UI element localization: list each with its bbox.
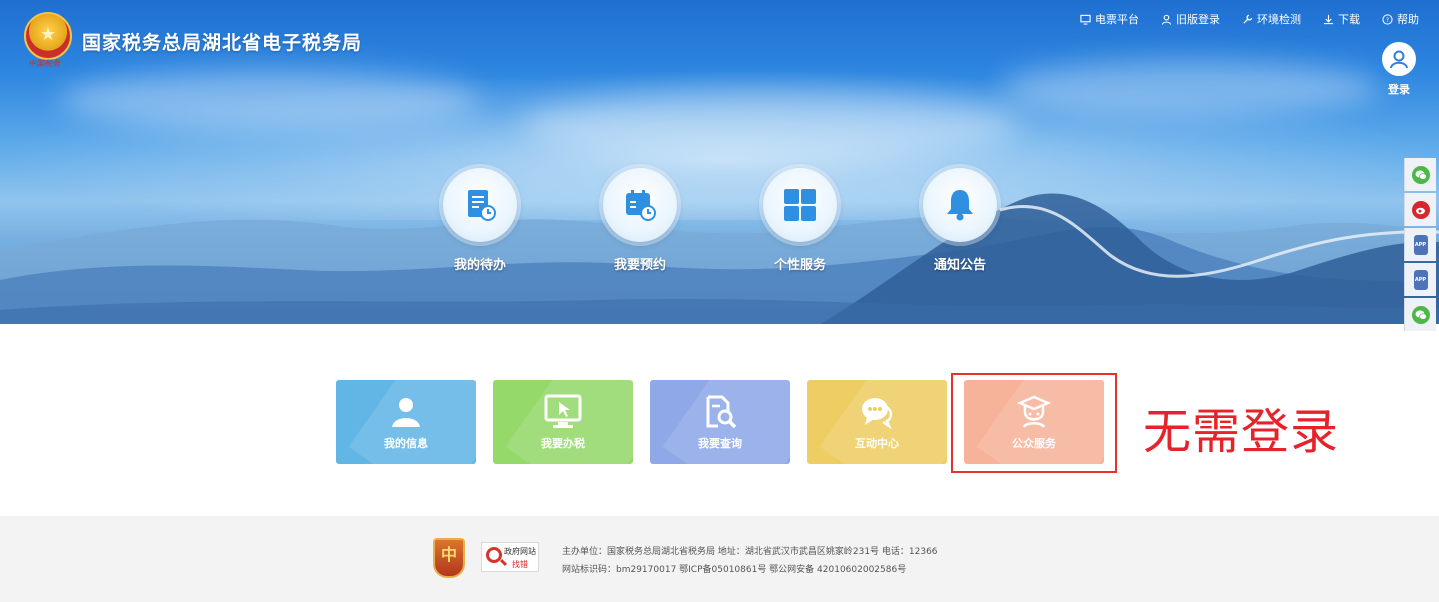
mountains-great-wall — [0, 193, 1439, 324]
nav-download[interactable]: 下载 — [1323, 11, 1360, 27]
footer-sponsor-info: 主办单位：国家税务总局湖北省税务局 地址：湖北省武汉市武昌区姚家岭231号 电话… — [562, 547, 938, 557]
annotation-highlight-box — [951, 373, 1117, 473]
footer-registration-info: 网站标识码：bm29170017 鄂ICP备05010861号 鄂公网安备 42… — [562, 565, 907, 575]
floating-sidebar: APP APP — [1404, 158, 1436, 333]
grid-icon — [784, 189, 816, 221]
wrench-icon — [1243, 14, 1253, 24]
monitor-icon — [1080, 14, 1091, 25]
quick-link-label: 我要预约 — [613, 258, 666, 273]
quick-link-circle — [923, 168, 997, 242]
sidebar-wechat-button[interactable] — [1404, 158, 1436, 191]
site-title[interactable]: 国家税务总局湖北省电子税务局 — [82, 28, 362, 55]
quick-link-label: 个性服务 — [773, 258, 826, 273]
person-icon — [336, 394, 476, 430]
svg-text:?: ? — [1386, 16, 1389, 24]
cloud — [60, 70, 480, 130]
quick-link-my-todo[interactable]: 我的待办 — [425, 168, 535, 273]
quick-link-label: 通知公告 — [933, 258, 986, 273]
calendar-clock-icon — [626, 190, 656, 221]
quick-link-circle — [763, 168, 837, 242]
monitor-cursor-icon — [493, 394, 633, 430]
tile-label: 我要办税 — [541, 437, 585, 450]
help-icon: ? — [1382, 13, 1393, 25]
sidebar-wechat-button[interactable] — [1404, 298, 1436, 331]
quick-link-circle — [443, 168, 517, 242]
cloud — [520, 90, 1020, 160]
sidebar-weibo-button[interactable] — [1404, 193, 1436, 226]
quick-link-notice[interactable]: 通知公告 — [905, 168, 1015, 273]
tile-tax-filing[interactable]: 我要办税 — [493, 380, 633, 464]
tile-query[interactable]: 我要查询 — [650, 380, 790, 464]
logo-signature: 中国税务 — [28, 59, 60, 68]
app-icon: APP — [1413, 269, 1428, 290]
avatar — [1382, 42, 1416, 76]
nav-help[interactable]: ? 帮助 — [1382, 11, 1419, 27]
bell-icon — [947, 190, 973, 221]
wechat-icon — [1411, 165, 1430, 184]
tax-emblem-logo[interactable] — [24, 12, 72, 60]
party-badge-icon[interactable]: 中 — [433, 538, 465, 578]
footer — [0, 516, 1439, 602]
wechat-icon — [1411, 305, 1430, 324]
top-nav: 电票平台 旧版登录 环境检测 下载 ? 帮助 — [1080, 11, 1419, 27]
weibo-icon — [1411, 200, 1430, 219]
nav-label: 下载 — [1338, 13, 1360, 26]
nav-label: 电票平台 — [1095, 13, 1139, 26]
nav-label: 旧版登录 — [1176, 13, 1220, 26]
document-search-icon — [650, 394, 790, 430]
sidebar-app-button[interactable]: APP — [1404, 228, 1436, 261]
document-clock-icon — [468, 190, 496, 221]
nav-label: 环境检测 — [1257, 13, 1301, 26]
nav-environment-check[interactable]: 环境检测 — [1242, 11, 1301, 27]
user-icon — [1161, 14, 1172, 25]
tile-my-info[interactable]: 我的信息 — [336, 380, 476, 464]
magnifier-icon — [486, 547, 502, 563]
nav-legacy-login[interactable]: 旧版登录 — [1161, 11, 1220, 27]
quick-link-label: 我的待办 — [453, 258, 506, 273]
badge-bottom-text: 找错 — [512, 560, 528, 569]
tile-interaction-center[interactable]: 互动中心 — [807, 380, 947, 464]
badge-top-text: 政府网站 — [504, 547, 536, 556]
sidebar-app-button[interactable]: APP — [1404, 263, 1436, 296]
quick-link-circle — [603, 168, 677, 242]
tile-label: 我的信息 — [384, 437, 428, 450]
tile-label: 我要查询 — [698, 437, 742, 450]
quick-link-appointment[interactable]: 我要预约 — [585, 168, 695, 273]
user-avatar-icon — [1390, 50, 1408, 69]
nav-label: 帮助 — [1397, 13, 1419, 26]
login-label: 登录 — [1388, 83, 1410, 96]
login-button[interactable]: 登录 — [1380, 42, 1418, 97]
tile-label: 互动中心 — [855, 437, 899, 450]
cloud — [1000, 60, 1380, 115]
chat-bubble-icon — [807, 394, 947, 430]
download-icon — [1323, 14, 1334, 24]
quick-link-personal-service[interactable]: 个性服务 — [745, 168, 855, 273]
annotation-no-login-required: 无需登录 — [1143, 404, 1340, 460]
hero-banner: 中国税务 国家税务总局湖北省电子税务局 电票平台 旧版登录 环境检测 下载 ? … — [0, 0, 1439, 324]
nav-e-invoice-platform[interactable]: 电票平台 — [1080, 11, 1139, 27]
app-icon: APP — [1413, 234, 1428, 255]
gov-site-error-report-badge[interactable]: 政府网站 找错 — [481, 542, 539, 572]
